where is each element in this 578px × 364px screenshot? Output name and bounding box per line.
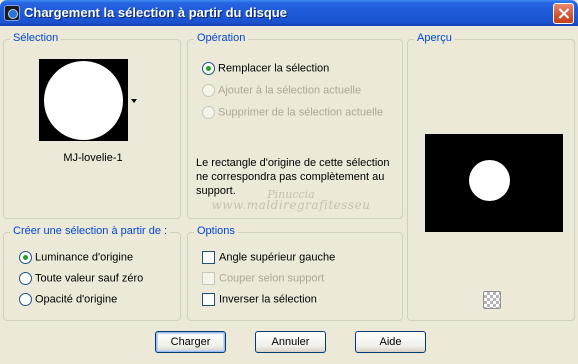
dialog-window: Chargement la sélection à partir du disq… [0, 0, 578, 364]
radio-subtract-selection[interactable]: Supprimer de la sélection actuelle [202, 106, 383, 119]
radio-label: Ajouter à la sélection actuelle [218, 84, 362, 97]
window-title: Chargement la sélection à partir du disq… [24, 5, 287, 20]
radio-button[interactable] [19, 293, 32, 306]
radio-source-opacity[interactable]: Opacité d'origine [19, 293, 117, 306]
radio-add-selection[interactable]: Ajouter à la sélection actuelle [202, 84, 361, 97]
checkbox-invert-selection[interactable]: Inverser la sélection [202, 293, 317, 306]
help-button[interactable]: Aide [355, 331, 426, 353]
radio-button[interactable] [19, 251, 32, 264]
checkbox-label: Inverser la sélection [219, 293, 317, 306]
checkbox-label: Couper selon support [219, 272, 325, 285]
radio-label: Toute valeur sauf zéro [35, 272, 144, 285]
radio-button[interactable] [202, 106, 215, 119]
watermark-line-2: www.maldiregrafitesseu [211, 198, 371, 212]
radio-any-nonzero[interactable]: Toute valeur sauf zéro [19, 272, 143, 285]
load-button[interactable]: Charger [155, 331, 226, 353]
title-bar[interactable]: Chargement la sélection à partir du disq… [0, 0, 578, 26]
checkbox-label: Angle supérieur gauche [219, 251, 336, 264]
checkbox[interactable] [202, 251, 215, 264]
preview-canvas [425, 134, 563, 232]
preview-group: Aperçu [407, 32, 575, 321]
cancel-button[interactable]: Annuler [255, 331, 326, 353]
radio-label: Supprimer de la sélection actuelle [218, 106, 384, 119]
selection-group: Sélection MJ-lovelie-1 [3, 32, 181, 219]
chevron-down-icon[interactable] [131, 99, 137, 103]
checkbox[interactable] [202, 272, 215, 285]
app-icon[interactable] [4, 5, 20, 21]
create-selection-legend: Créer une sélection à partir de : [10, 225, 171, 237]
preview-circle [469, 160, 510, 201]
options-legend: Options [194, 225, 238, 237]
radio-button[interactable] [202, 62, 215, 75]
thumbnail-circle [44, 61, 123, 140]
operation-legend: Opération [194, 32, 249, 44]
radio-button[interactable] [19, 272, 32, 285]
create-selection-group: Créer une sélection à partir de : Lumina… [3, 225, 181, 321]
selection-thumbnail[interactable] [39, 59, 128, 141]
checkerboard-icon[interactable] [483, 291, 501, 309]
radio-button[interactable] [202, 84, 215, 97]
radio-label: Remplacer la sélection [218, 62, 330, 75]
options-group: Options Angle supérieur gauche Couper se… [187, 225, 403, 321]
radio-source-luminance[interactable]: Luminance d'origine [19, 251, 133, 264]
close-icon[interactable] [553, 3, 574, 24]
selection-legend: Sélection [10, 32, 62, 44]
checkbox-top-left-corner[interactable]: Angle supérieur gauche [202, 251, 335, 264]
checkbox-crop-to-canvas[interactable]: Couper selon support [202, 272, 324, 285]
radio-label: Opacité d'origine [35, 293, 118, 306]
preview-legend: Aperçu [414, 32, 455, 44]
radio-replace-selection[interactable]: Remplacer la sélection [202, 62, 329, 75]
watermark: Pinuccia www.maldiregrafitesseu [196, 189, 386, 211]
selection-name: MJ-lovelie-1 [63, 152, 123, 164]
checkbox[interactable] [202, 293, 215, 306]
radio-label: Luminance d'origine [35, 251, 134, 264]
